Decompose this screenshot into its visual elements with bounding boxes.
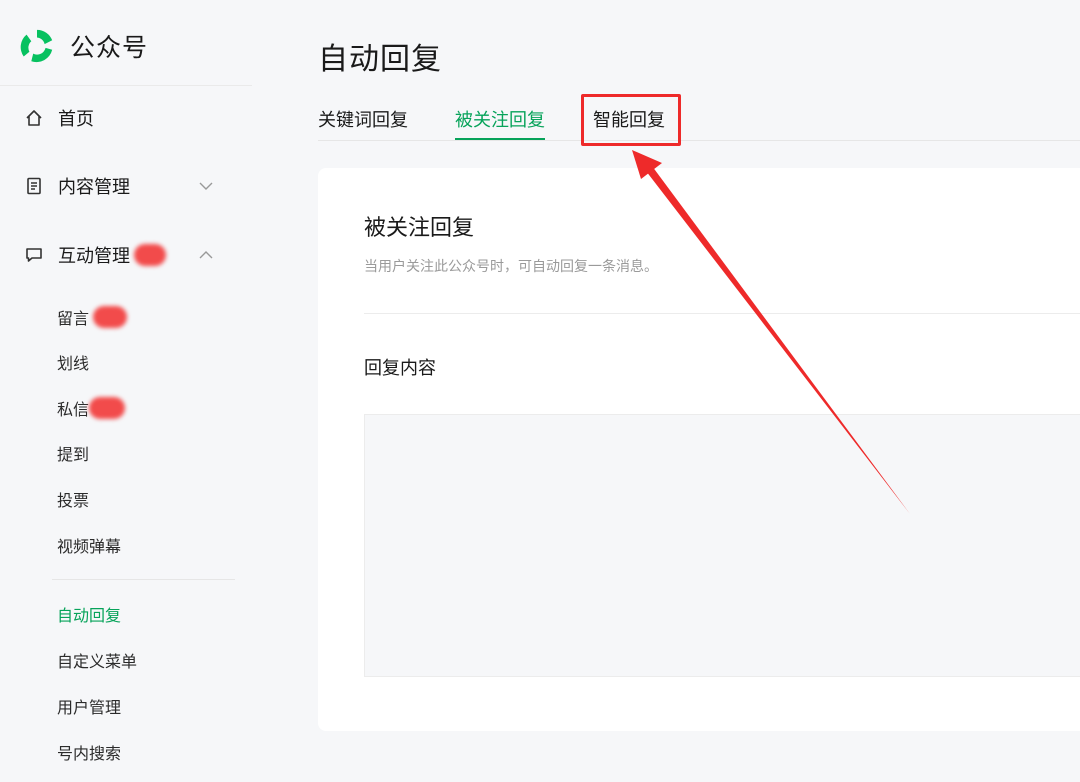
sidebar-subitem-comments[interactable]: 留言 (57, 304, 128, 330)
sidebar-subitem-label: 提到 (57, 445, 90, 464)
reply-content-editor[interactable] (364, 414, 1080, 677)
sidebar-item-content-management[interactable]: 内容管理 (24, 171, 224, 201)
sidebar-divider (52, 579, 235, 580)
sidebar-subitem-label: 用户管理 (57, 698, 122, 717)
follow-reply-card: 被关注回复 当用户关注此公众号时，可自动回复一条消息。 回复内容 (318, 168, 1080, 731)
notification-badge (89, 397, 126, 419)
sidebar-subitem-mentions[interactable]: 提到 (57, 440, 89, 466)
sidebar-subitem-video-danmaku[interactable]: 视频弹幕 (57, 532, 121, 558)
sidebar-subitem-label: 私信 (57, 400, 90, 419)
card-divider (364, 313, 1080, 314)
brand[interactable]: 公众号 (18, 26, 148, 66)
sidebar-item-interaction-management[interactable]: 互动管理 (24, 240, 224, 270)
sidebar-subitem-custom-menu[interactable]: 自定义菜单 (57, 647, 137, 673)
sidebar-subitem-label: 视频弹幕 (57, 537, 122, 556)
card-description: 当用户关注此公众号时，可自动回复一条消息。 (364, 259, 658, 275)
sidebar-subitem-underline[interactable]: 划线 (57, 349, 89, 375)
tab-bar: 关键词回复 被关注回复 智能回复 (318, 106, 1080, 142)
sidebar-subitem-label: 号内搜索 (57, 744, 122, 763)
home-icon (24, 108, 44, 128)
sidebar-item-label: 首页 (58, 109, 94, 130)
reply-content-label: 回复内容 (364, 358, 436, 379)
page-title: 自动回复 (318, 42, 442, 77)
sidebar-subitem-label: 自动回复 (57, 606, 122, 625)
card-title: 被关注回复 (364, 216, 475, 241)
sidebar-subitem-label: 留言 (57, 309, 90, 328)
notification-badge (134, 244, 166, 266)
sidebar-item-label: 内容管理 (58, 177, 130, 198)
tab-divider (318, 140, 1080, 141)
sidebar-item-label: 互动管理 (58, 246, 130, 267)
brand-divider (0, 85, 252, 86)
sidebar-subitem-label: 自定义菜单 (57, 652, 138, 671)
sidebar-subitem-label: 划线 (57, 354, 90, 373)
sidebar-subitem-votes[interactable]: 投票 (57, 486, 89, 512)
chevron-up-icon[interactable] (198, 247, 214, 263)
sidebar-subitem-messages[interactable]: 私信 (57, 395, 126, 421)
sidebar-subitem-auto-reply[interactable]: 自动回复 (57, 601, 121, 627)
chevron-down-icon[interactable] (198, 178, 214, 194)
sidebar-subitem-account-search[interactable]: 号内搜索 (57, 739, 121, 765)
tab-follow-reply[interactable]: 被关注回复 (455, 106, 545, 141)
sidebar: 公众号 首页 内容管理 互动管理 留言 划线 私信 提到 投票 视频弹幕 自动回… (0, 0, 252, 782)
comment-icon (24, 245, 44, 265)
sidebar-subitem-label: 投票 (57, 491, 90, 510)
brand-name: 公众号 (70, 33, 149, 62)
tab-label: 关键词回复 (318, 110, 408, 131)
wechat-official-account-logo-icon (20, 29, 53, 63)
document-icon (24, 176, 44, 196)
annotation-highlight-box (581, 94, 681, 146)
tab-label: 被关注回复 (455, 110, 545, 131)
sidebar-item-home[interactable]: 首页 (24, 103, 224, 133)
sidebar-subitem-user-management[interactable]: 用户管理 (57, 693, 121, 719)
notification-badge (93, 306, 128, 328)
tab-keyword-reply[interactable]: 关键词回复 (318, 106, 408, 140)
